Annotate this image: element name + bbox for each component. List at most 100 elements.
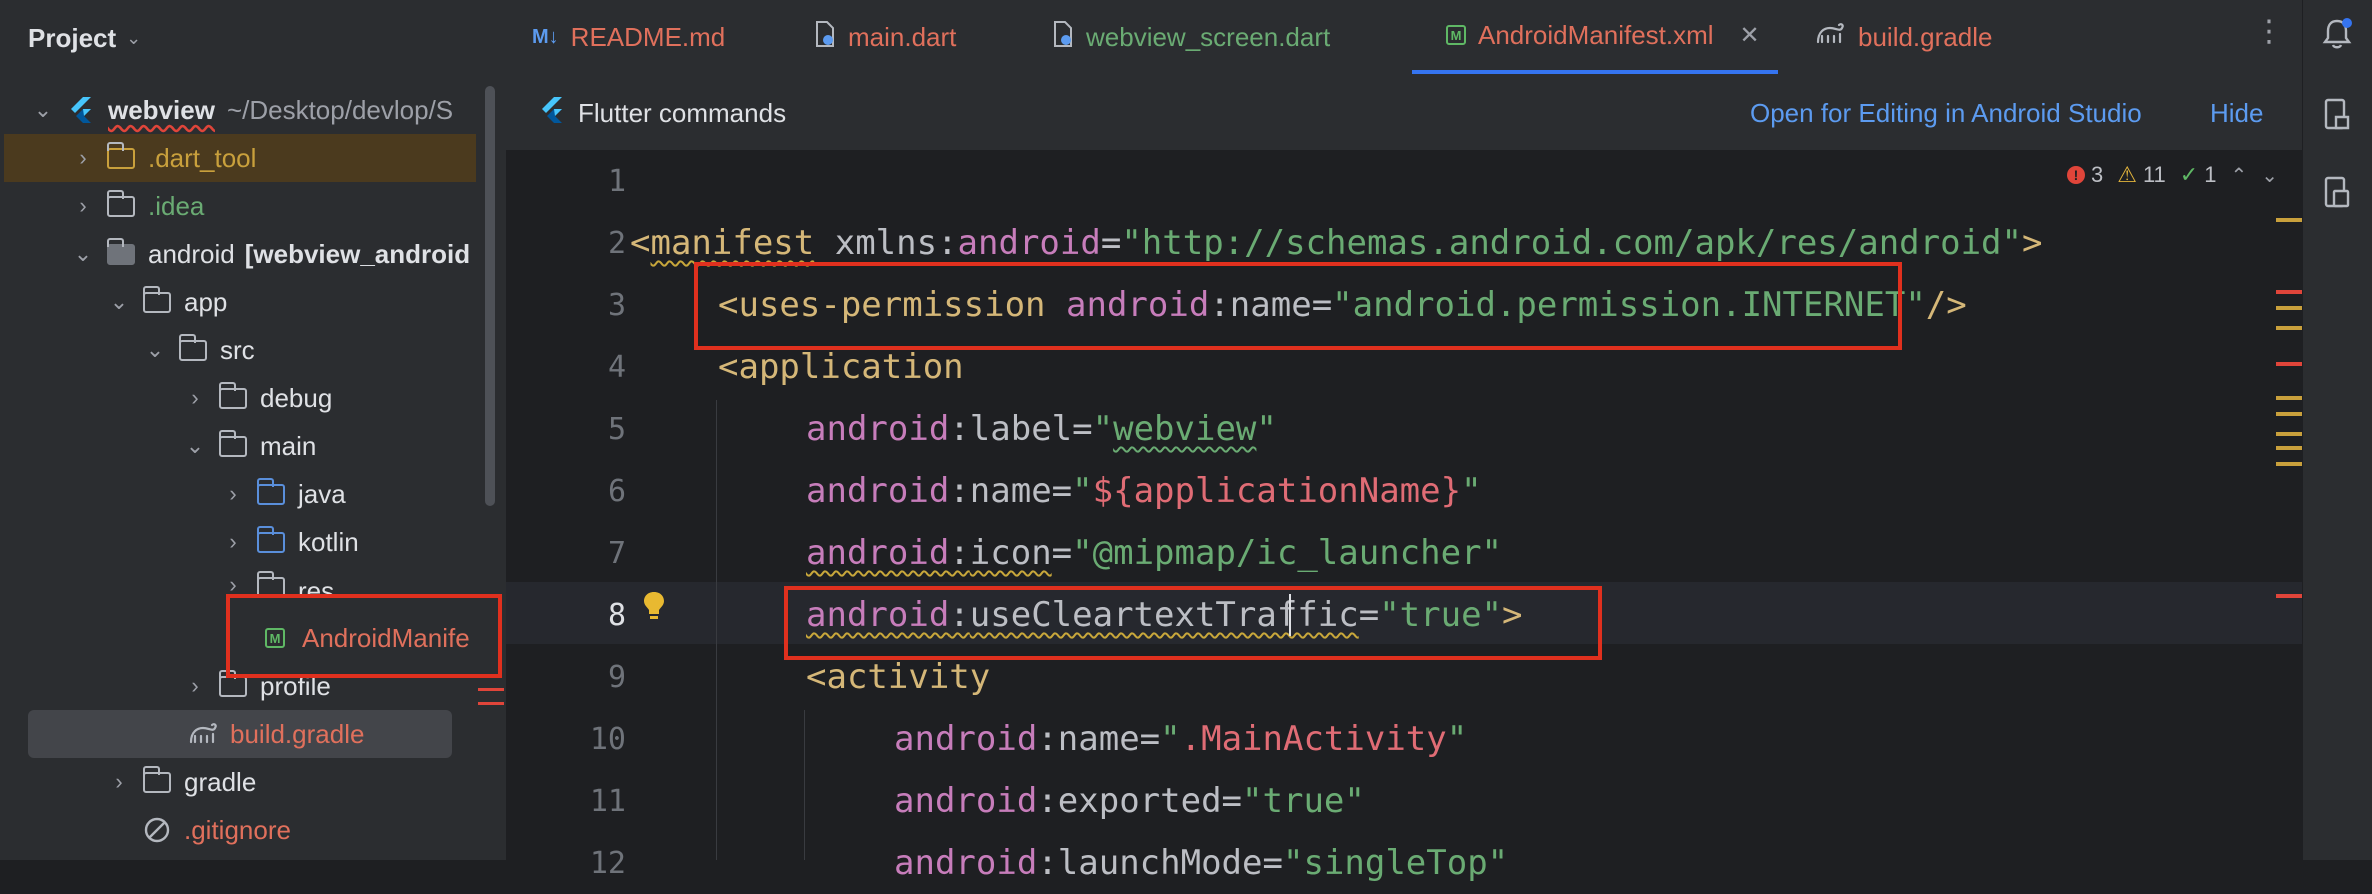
chevron-right-icon[interactable]: › (180, 673, 210, 699)
chevron-down-icon[interactable]: ⌄ (140, 337, 170, 363)
warning-stripe-mark[interactable] (2276, 412, 2302, 416)
error-icon: ! (2066, 166, 2085, 184)
line-number: 4 (607, 350, 626, 385)
code-line-5: android:label="webview" (806, 409, 1277, 449)
chevron-down-icon[interactable]: ⌄ (104, 289, 134, 315)
warning-count[interactable]: ⚠ 11 (2117, 162, 2166, 188)
tree-item-debug[interactable]: › debug (180, 374, 506, 422)
module-name: [webview_android (244, 238, 471, 269)
tree-item-src[interactable]: ⌄ src (140, 326, 506, 374)
tree-item-gradle[interactable]: › gradle (104, 758, 506, 806)
device-manager-icon[interactable] (2319, 96, 2355, 132)
tree-item-main[interactable]: ⌄ main (180, 422, 506, 470)
tree-item-label: debug (260, 382, 333, 413)
tree-item-label: profile (260, 670, 331, 701)
tree-item-label: build.gradle (230, 718, 365, 749)
tree-item-idea[interactable]: › .idea (68, 182, 506, 230)
warning-stripe-mark[interactable] (2276, 396, 2302, 400)
tab-android-manifest[interactable]: M AndroidManifest.xml ✕ (1412, 0, 1778, 74)
tree-item-kotlin[interactable]: › kotlin (218, 518, 506, 566)
error-stripe-mark[interactable] (2276, 290, 2302, 294)
chevron-down-icon[interactable]: ⌄ (2261, 163, 2278, 188)
notifications-icon[interactable] (2319, 16, 2355, 52)
line-number: 11 (589, 784, 626, 819)
tree-item-label: gradle (184, 766, 257, 797)
error-stripe-mark[interactable] (2276, 594, 2302, 598)
warning-stripe-mark[interactable] (2276, 306, 2302, 310)
chevron-right-icon[interactable]: › (104, 769, 134, 795)
inspections-widget[interactable]: ! 3 ⚠ 11 ✓ 1 ⌃ ⌄ (2066, 162, 2278, 188)
error-stripe-mark[interactable] (2276, 362, 2302, 366)
line-number: 12 (589, 846, 626, 881)
chevron-down-icon: ⌄ (126, 27, 142, 48)
error-count[interactable]: ! 3 (2066, 162, 2103, 188)
tree-item-label: kotlin (298, 526, 359, 557)
text-caret (1289, 594, 1291, 636)
flutter-commands-banner: Flutter commands Open for Editing in And… (506, 76, 2302, 151)
tab-label: AndroidManifest.xml (1478, 19, 1714, 50)
folder-icon (216, 429, 250, 459)
code-line-7: android:icon="@mipmap/ic_launcher" (806, 533, 1503, 573)
tree-item-gitignore[interactable]: .gitignore (134, 806, 506, 854)
warning-stripe-mark[interactable] (2276, 446, 2302, 450)
warning-stripe-mark[interactable] (2276, 462, 2302, 466)
project-scrollbar[interactable] (485, 86, 495, 506)
lightbulb-icon[interactable] (642, 590, 666, 627)
chevron-up-icon[interactable]: ⌃ (2230, 163, 2247, 188)
chevron-down-icon[interactable]: ⌄ (68, 241, 98, 267)
chevron-right-icon[interactable]: › (218, 481, 248, 507)
code-line-11: android:exported="true" (894, 781, 1365, 821)
flutter-icon (540, 96, 564, 131)
code-editor[interactable]: 1 2 3 4 5 6 7 8 9 10 11 12 <manifest xml… (506, 150, 2302, 883)
chevron-right-icon[interactable]: › (218, 529, 248, 555)
line-number: 2 (607, 226, 626, 261)
device-mirroring-icon[interactable] (2319, 174, 2355, 210)
chevron-right-icon[interactable]: › (68, 193, 98, 219)
tree-item-profile[interactable]: › profile (180, 662, 506, 710)
dart-file-icon (814, 20, 836, 55)
project-title: Project (28, 22, 117, 53)
code-line-10: android:name=".MainActivity" (894, 719, 1468, 759)
hide-banner-link[interactable]: Hide (2210, 98, 2263, 129)
folder-icon (140, 765, 174, 795)
chevron-right-icon[interactable]: › (68, 145, 98, 171)
tree-item-android[interactable]: ⌄ android [webview_android (68, 230, 506, 278)
project-panel: Project ⌄ ⌄ webview ~/Desktop/devlop/S ›… (0, 0, 506, 860)
line-number: 10 (589, 722, 626, 757)
tree-item-build-gradle[interactable]: build.gradle (28, 710, 452, 758)
markdown-icon: M↓ (532, 25, 559, 48)
tree-item-android-manifest[interactable]: M AndroidManife (252, 614, 506, 662)
project-view-selector[interactable]: Project ⌄ (28, 18, 141, 58)
chevron-right-icon[interactable]: › (218, 572, 248, 596)
error-stripe-mark (478, 702, 504, 705)
gradle-icon (1814, 22, 1846, 53)
warning-stripe-mark[interactable] (2276, 432, 2302, 436)
chevron-right-icon[interactable]: › (180, 385, 210, 411)
project-path: ~/Desktop/devlop/S (226, 94, 454, 125)
tab-label: build.gradle (1858, 21, 1993, 52)
tree-item-java[interactable]: › java (218, 470, 506, 518)
tree-item-webview[interactable]: ⌄ webview ~/Desktop/devlop/S (28, 86, 506, 134)
tree-item-label: java (298, 478, 346, 509)
right-tool-strip (2302, 0, 2372, 860)
more-vertical-icon[interactable]: ⋮ (2254, 14, 2284, 49)
code-line-9: <activity (806, 657, 991, 697)
tab-main-dart[interactable]: main.dart (814, 0, 956, 74)
open-in-android-studio-link[interactable]: Open for Editing in Android Studio (1750, 98, 2142, 129)
check-icon: ✓ (2179, 162, 2199, 187)
chevron-down-icon[interactable]: ⌄ (28, 97, 58, 123)
code-line-3: <uses-permission android:name="android.p… (718, 285, 1967, 325)
tab-build-gradle[interactable]: build.gradle (1814, 0, 1992, 74)
warning-stripe-mark[interactable] (2276, 218, 2302, 222)
warning-stripe-mark[interactable] (2276, 326, 2302, 330)
code-line-4: <application (718, 347, 964, 387)
tree-item-app[interactable]: ⌄ app (104, 278, 506, 326)
chevron-down-icon[interactable]: ⌄ (180, 433, 210, 459)
tree-item-dart-tool[interactable]: › .dart_tool (4, 134, 476, 182)
tab-readme[interactable]: M↓ README.md (532, 0, 725, 74)
folder-icon (104, 141, 138, 171)
tree-item-res[interactable]: › res (218, 566, 506, 596)
close-icon[interactable]: ✕ (1740, 21, 1760, 50)
weak-warning-count[interactable]: ✓ 1 (2180, 162, 2217, 188)
tab-webview-screen-dart[interactable]: webview_screen.dart (1052, 0, 1330, 74)
